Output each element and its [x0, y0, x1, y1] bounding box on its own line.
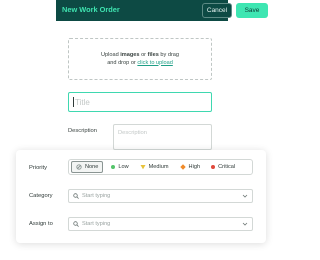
page-title: New Work Order: [62, 5, 120, 14]
assign-to-placeholder: Start typing: [82, 221, 111, 227]
chevron-down-icon[interactable]: [242, 221, 248, 227]
priority-label: Priority: [29, 165, 48, 171]
category-select[interactable]: Start typing: [68, 189, 253, 203]
upload-by-drag: by drag: [158, 52, 180, 58]
category-placeholder: Start typing: [82, 193, 111, 199]
priority-selector: None Low Medium High Critical: [68, 159, 253, 175]
assign-to-label: Assign to: [29, 221, 53, 227]
description-label: Description: [68, 128, 97, 134]
priority-option-label: Low: [118, 164, 129, 170]
upload-dropzone[interactable]: Upload images or files by drag and drop …: [68, 38, 212, 80]
upload-images-word: images: [120, 52, 140, 58]
upload-text-prefix: Upload: [100, 52, 121, 58]
upload-text-line2: and drop or click to upload: [69, 60, 211, 68]
title-placeholder: Title: [75, 97, 90, 107]
upload-drop-text: and drop or: [107, 59, 138, 66]
priority-option-high[interactable]: High: [176, 161, 205, 173]
low-dot-icon: [111, 165, 116, 169]
critical-dot-icon: [211, 165, 216, 169]
priority-option-none[interactable]: None: [71, 161, 104, 173]
click-to-upload-link[interactable]: click to upload: [137, 60, 172, 66]
description-textarea[interactable]: Description: [113, 124, 212, 150]
priority-option-critical[interactable]: Critical: [207, 161, 239, 173]
title-input[interactable]: Title: [68, 92, 212, 112]
details-card: Priority None Low Medium High Critical C…: [16, 150, 266, 243]
description-placeholder: Description: [118, 130, 147, 136]
cancel-button[interactable]: Cancel: [202, 3, 232, 18]
assign-to-select[interactable]: Start typing: [68, 217, 253, 231]
search-icon: [73, 221, 79, 227]
search-icon: [73, 193, 79, 199]
text-caret: [73, 97, 74, 107]
medium-icon: [140, 165, 146, 170]
chevron-down-icon[interactable]: [242, 193, 248, 199]
upload-files-word: files: [147, 52, 159, 58]
none-icon: [76, 164, 82, 170]
header-bar: New Work Order Cancel Save: [56, 0, 268, 21]
category-label: Category: [29, 193, 53, 199]
priority-option-medium[interactable]: Medium: [136, 161, 173, 173]
save-button[interactable]: Save: [236, 3, 268, 18]
priority-option-low[interactable]: Low: [107, 161, 132, 173]
upload-text-line1: Upload images or files by drag: [69, 52, 211, 60]
high-icon: [179, 164, 186, 170]
priority-option-label: None: [85, 164, 99, 170]
priority-option-label: Medium: [148, 164, 169, 170]
priority-option-label: Critical: [218, 164, 236, 170]
upload-or-word: or: [139, 52, 148, 58]
priority-option-label: High: [188, 164, 201, 170]
